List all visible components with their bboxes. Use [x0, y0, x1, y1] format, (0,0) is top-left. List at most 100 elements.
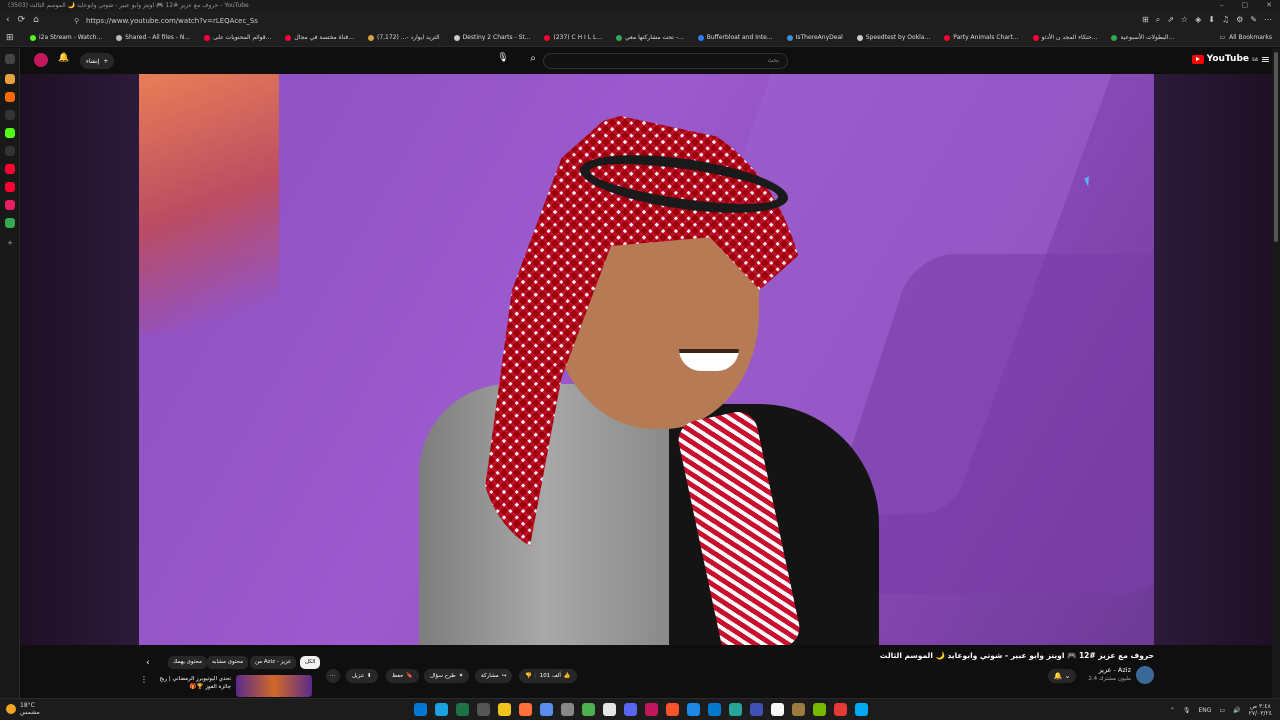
- maximize-button[interactable]: ▢: [1242, 1, 1249, 9]
- bookmark-item[interactable]: البطولات الأسبوعية...: [1111, 34, 1174, 41]
- page-scrollbar[interactable]: [1272, 48, 1280, 698]
- more-actions-button[interactable]: ⋯: [326, 669, 340, 683]
- settings-icon[interactable]: ⚙: [1236, 15, 1243, 25]
- sidebar-youtube-icon[interactable]: [5, 164, 15, 174]
- taskbar-app-icon[interactable]: [666, 703, 679, 716]
- search-input[interactable]: بحث: [543, 53, 788, 69]
- taskbar-app-icon[interactable]: [456, 703, 469, 716]
- sidebar-app-icon[interactable]: [5, 92, 15, 102]
- bookmark-item[interactable]: قوائم المحتويات على...: [204, 34, 271, 41]
- search-button[interactable]: ⌕: [524, 53, 542, 69]
- tab-search-icon[interactable]: ⊞: [1142, 15, 1149, 25]
- taskbar-app-icon[interactable]: [498, 703, 511, 716]
- taskbar-app-icon[interactable]: [855, 703, 868, 716]
- taskbar-app-icon[interactable]: [771, 703, 784, 716]
- start-button-icon[interactable]: [414, 703, 427, 716]
- like-icon[interactable]: 👍: [564, 673, 571, 679]
- all-bookmarks-button[interactable]: ▭ All Bookmarks: [1219, 34, 1272, 41]
- bookmark-item[interactable]: i2a Stream - Watch...: [30, 34, 102, 41]
- edit-icon[interactable]: ✎: [1250, 15, 1257, 25]
- ask-button[interactable]: طرح سؤال ✦: [424, 669, 470, 683]
- close-button[interactable]: ✕: [1266, 1, 1272, 9]
- bookmark-item[interactable]: حتكاء المجد ن الأدثو...: [1032, 34, 1097, 41]
- video-player[interactable]: [20, 74, 1272, 645]
- taskbar-app-icon[interactable]: [687, 703, 700, 716]
- network-icon[interactable]: ▭: [1219, 707, 1225, 714]
- language-indicator[interactable]: ENG: [1199, 707, 1212, 714]
- sidebar-app-icon[interactable]: [5, 218, 15, 228]
- minimize-button[interactable]: –: [1220, 1, 1224, 9]
- chip-all[interactable]: الكل: [300, 656, 321, 669]
- chip-from-channel[interactable]: من Aziz - عزيز: [250, 656, 297, 669]
- dislike-icon[interactable]: 👎: [525, 673, 532, 679]
- download-button[interactable]: تنزيل ⬇: [346, 669, 378, 683]
- taskbar-app-icon[interactable]: [540, 703, 553, 716]
- taskbar-app-icon[interactable]: [561, 703, 574, 716]
- bookmark-item[interactable]: تحت مشاركتها معي -...: [616, 34, 684, 41]
- bookmark-item[interactable]: IsThereAnyDeal: [786, 34, 843, 41]
- taskbar-app-icon[interactable]: [477, 703, 490, 716]
- taskbar-app-icon[interactable]: [834, 703, 847, 716]
- subscribed-bell-button[interactable]: 🔔 ⌄: [1048, 669, 1076, 683]
- rec-more-icon[interactable]: ⋮: [140, 675, 148, 697]
- guide-menu-icon[interactable]: ≡: [1261, 53, 1270, 66]
- sidebar-app-icon[interactable]: [5, 200, 15, 210]
- site-info-icon[interactable]: ⚲: [74, 17, 79, 25]
- bookmark-item[interactable]: التريد ايوارد -... (7,172): [367, 34, 440, 41]
- taskbar-app-icon[interactable]: [792, 703, 805, 716]
- download-icon[interactable]: ⬇: [1208, 15, 1215, 25]
- account-avatar[interactable]: [34, 53, 48, 67]
- taskbar-app-icon[interactable]: [603, 703, 616, 716]
- sidebar-toggle-icon[interactable]: [5, 54, 15, 64]
- sidebar-add-icon[interactable]: +: [5, 238, 15, 248]
- share-button[interactable]: مشاركة ↪: [475, 669, 513, 683]
- chip-similar[interactable]: محتوى مشابه: [207, 656, 249, 669]
- bookmark-item[interactable]: Party Animals Chart...: [944, 34, 1019, 41]
- taskbar-app-icon[interactable]: [729, 703, 742, 716]
- taskbar-app-icon[interactable]: [708, 703, 721, 716]
- sidebar-app-icon[interactable]: [5, 110, 15, 120]
- shield-icon[interactable]: ◈: [1195, 15, 1201, 25]
- bookmark-star-icon[interactable]: ☆: [1181, 15, 1188, 25]
- chips-prev-icon[interactable]: ‹: [146, 658, 150, 668]
- taskbar-app-icon[interactable]: [750, 703, 763, 716]
- taskbar-app-icon[interactable]: [645, 703, 658, 716]
- sidebar-app-icon[interactable]: [5, 74, 15, 84]
- bookmark-item[interactable]: Speedtest by Ookla...: [856, 34, 930, 41]
- channel-name[interactable]: عزيز - Aziz: [1088, 666, 1131, 675]
- like-count[interactable]: 101 ألف: [540, 673, 561, 679]
- voice-search-icon[interactable]: 🎙: [495, 53, 511, 69]
- volume-icon[interactable]: 🔊: [1233, 707, 1240, 714]
- apps-grid-icon[interactable]: ⊞: [6, 33, 14, 43]
- taskbar-app-icon[interactable]: [582, 703, 595, 716]
- bookmark-item[interactable]: Shared - All files - N...: [116, 34, 190, 41]
- scrollbar-thumb[interactable]: [1274, 52, 1278, 242]
- media-icon[interactable]: ♫: [1222, 15, 1229, 25]
- sidebar-kick-icon[interactable]: [5, 128, 15, 138]
- rec-thumbnail[interactable]: [236, 675, 312, 697]
- sidebar-youtube-icon[interactable]: [5, 182, 15, 192]
- channel-info[interactable]: عزيز - Aziz 2.4 مليون مشترك: [1088, 666, 1154, 684]
- taskbar-app-icon[interactable]: [813, 703, 826, 716]
- zoom-icon[interactable]: ⌕: [1156, 15, 1160, 25]
- create-button[interactable]: إنشاء +: [80, 53, 115, 69]
- sidebar-app-icon[interactable]: [5, 146, 15, 156]
- weather-widget[interactable]: 18°C مشمس: [6, 702, 40, 716]
- reload-button[interactable]: ⟳: [18, 15, 26, 25]
- browser-menu-icon[interactable]: ⋯: [1264, 15, 1272, 25]
- youtube-logo[interactable]: YouTube SA: [1191, 54, 1258, 64]
- taskbar-app-icon[interactable]: [624, 703, 637, 716]
- bookmark-item[interactable]: Destiny 2 Charts - St...: [453, 34, 530, 41]
- channel-avatar[interactable]: [1136, 666, 1154, 684]
- tray-chevron-icon[interactable]: ⌃: [1170, 707, 1175, 714]
- back-button[interactable]: ‹: [6, 15, 10, 25]
- mic-icon[interactable]: 🎙: [1183, 707, 1191, 714]
- share-icon[interactable]: ⇗: [1167, 15, 1174, 25]
- recommendation-item[interactable]: ⋮ تحدي اليوتيوبرز الرمضاني | ربح جائزة ا…: [140, 675, 312, 697]
- taskbar-app-icon[interactable]: [519, 703, 532, 716]
- home-button[interactable]: ⌂: [33, 15, 39, 25]
- bookmark-item[interactable]: (237) C H I L L...: [544, 34, 602, 41]
- notifications-bell-icon[interactable]: 🔔: [58, 53, 69, 63]
- bookmark-item[interactable]: Bufferbloat and Inte...: [697, 34, 773, 41]
- video-frame[interactable]: [139, 74, 1154, 645]
